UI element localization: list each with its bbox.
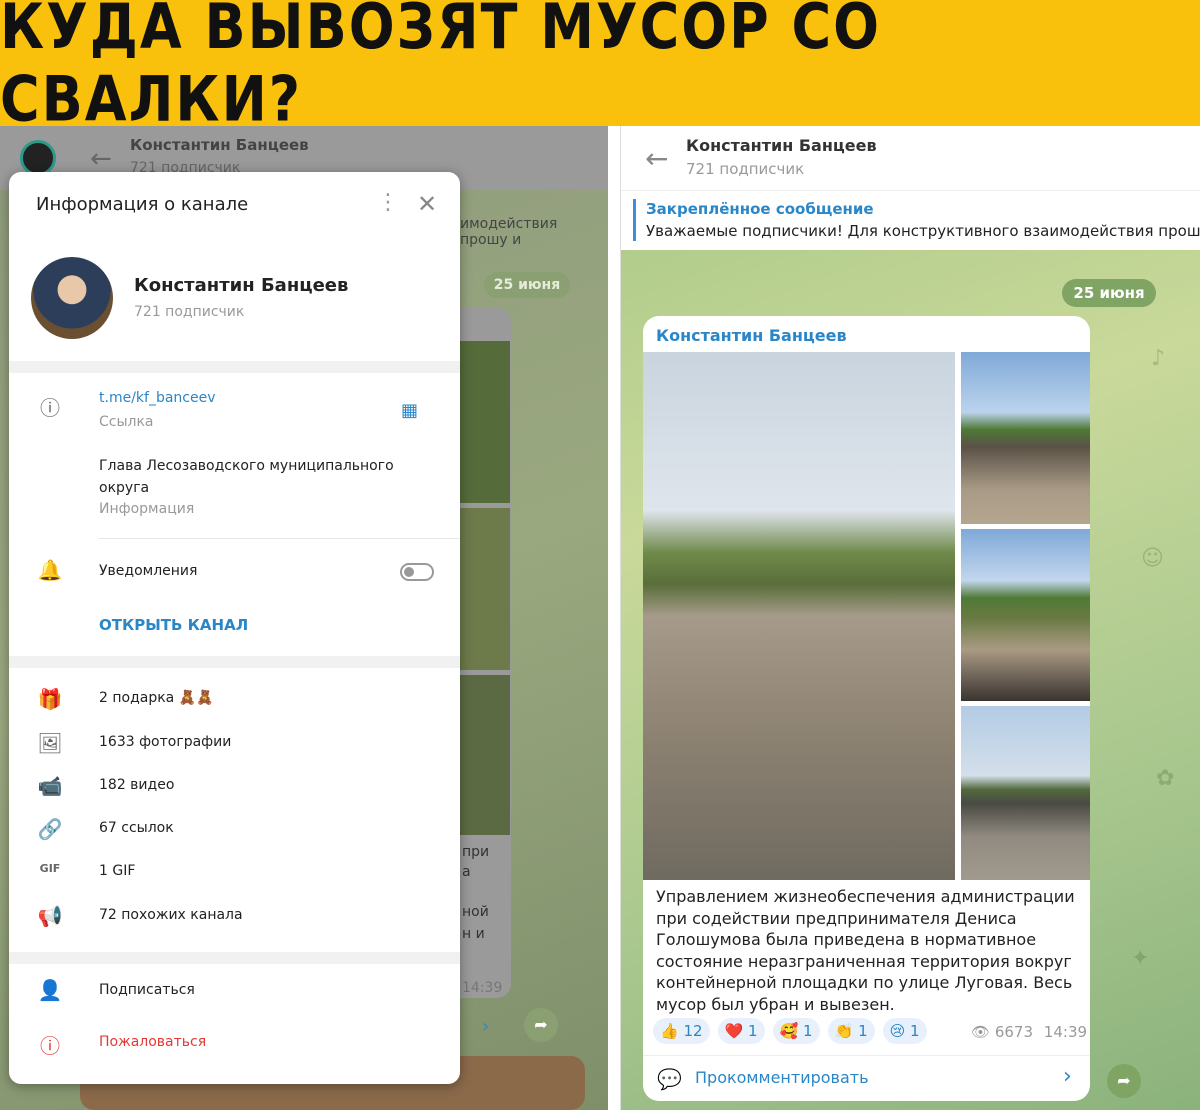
notifications-toggle[interactable]: [400, 563, 434, 581]
pinned-title: Закреплённое сообщение: [646, 200, 874, 218]
chat-header: ← Константин Банцеев 721 подписчик: [621, 126, 1200, 190]
text-fragment: ной: [462, 904, 489, 920]
link-icon: 🔗: [37, 817, 63, 841]
divider: [99, 538, 460, 539]
message-author[interactable]: Константин Банцеев: [656, 326, 847, 345]
links-item[interactable]: 67 ссылок: [99, 820, 174, 836]
alert-icon: ⓘ: [40, 1034, 60, 1058]
photo-thumbnail[interactable]: [961, 352, 1090, 524]
message-text: Управлением жизнеобеспечения администрац…: [656, 887, 1075, 1014]
header-subtitle: 721 подписчик: [686, 160, 805, 178]
gifs-item[interactable]: 1 GIF: [99, 863, 135, 879]
channel-link[interactable]: t.me/kf_banceev: [99, 390, 216, 406]
qr-code-icon[interactable]: ▦: [401, 400, 418, 421]
comment-label: Прокомментировать: [695, 1068, 869, 1087]
doodle-icon: ✿: [1156, 766, 1175, 791]
subscribe-button[interactable]: Подписаться: [99, 982, 195, 998]
pinned-text: Уважаемые подписчики! Для конструктивног…: [646, 222, 1200, 240]
report-button[interactable]: Пожаловаться: [99, 1034, 206, 1050]
pinned-fragment: имодействия прошу и: [460, 216, 558, 248]
text-fragment: н и: [462, 926, 485, 942]
description-label: Информация: [99, 501, 195, 517]
photo-thumbnail[interactable]: [961, 706, 1090, 880]
gif-icon: GIF: [39, 862, 61, 875]
close-icon[interactable]: ✕: [417, 190, 437, 218]
reaction-heart[interactable]: ❤️ 1: [717, 1018, 765, 1044]
doodle-icon: ✦: [1131, 946, 1150, 971]
subscriber-count: 721 подписчик: [134, 304, 245, 320]
reactions-bar: 👍 12 ❤️ 1 🥰 1 👏 1 😢 1: [653, 1018, 927, 1044]
text-fragment: а: [462, 864, 471, 880]
avatar[interactable]: [20, 140, 56, 176]
video-icon: 📹: [37, 774, 63, 798]
chevron-right-icon: ›: [1063, 1064, 1072, 1089]
comment-icon: 💬: [657, 1067, 682, 1091]
photo-thumbnail[interactable]: [460, 508, 510, 670]
gift-icon: 🎁: [37, 687, 63, 711]
chevron-right-icon[interactable]: ›: [482, 1016, 489, 1037]
back-arrow-icon[interactable]: ←: [90, 144, 112, 174]
videos-item[interactable]: 182 видео: [99, 777, 174, 793]
forward-icon[interactable]: ➦: [1107, 1064, 1141, 1098]
view-count: 6673: [994, 1023, 1034, 1041]
channel-avatar[interactable]: [31, 257, 113, 339]
photo-thumbnail[interactable]: [460, 675, 510, 835]
pinned-bar: [633, 199, 636, 241]
channel-name: Константин Банцеев: [134, 275, 349, 296]
notifications-label: Уведомления: [99, 563, 198, 579]
left-screenshot: ← Константин Банцеев 721 подписчик имоде…: [0, 126, 608, 1110]
bell-icon: 🔔: [37, 558, 63, 582]
dialog-title: Информация о канале: [36, 194, 249, 215]
similar-channels-item[interactable]: 72 похожих канала: [99, 907, 243, 923]
header-title: Константин Банцеев: [686, 136, 877, 155]
divider: [9, 656, 460, 668]
title-banner: КУДА ВЫВОЗЯТ МУСОР СО СВАЛКИ?: [0, 0, 1200, 135]
gifts-item[interactable]: 2 подарка 🧸🧸: [99, 690, 214, 706]
reaction-thumbs-up[interactable]: 👍 12: [653, 1018, 710, 1044]
link-label: Ссылка: [99, 414, 154, 430]
pinned-message[interactable]: Закреплённое сообщение Уважаемые подписч…: [621, 190, 1200, 250]
back-arrow-icon[interactable]: ←: [645, 142, 668, 175]
photo-thumbnail[interactable]: [961, 529, 1090, 701]
banner-title: КУДА ВЫВОЗЯТ МУСОР СО СВАЛКИ?: [0, 0, 882, 136]
divider: [9, 952, 460, 964]
reaction-crying[interactable]: 😢 1: [882, 1018, 927, 1044]
views-meta: 👁 6673 14:39: [971, 1023, 1087, 1041]
doodle-icon: ☺: [1141, 546, 1164, 571]
doodle-icon: ♪: [1151, 346, 1166, 371]
info-icon: ⓘ: [40, 396, 60, 420]
eye-icon: 👁: [971, 1023, 991, 1041]
header-title: Константин Банцеев: [130, 136, 309, 154]
message-time: 14:39: [462, 980, 503, 996]
add-user-icon: 👤: [37, 978, 63, 1002]
reaction-smiling-hearts[interactable]: 🥰 1: [772, 1018, 820, 1044]
message-time: 14:39: [1043, 1023, 1088, 1041]
divider: [9, 361, 460, 373]
date-badge: 25 июня: [484, 272, 570, 298]
photo-icon: 🖼: [37, 731, 63, 755]
more-options-icon[interactable]: ⋮: [377, 192, 399, 214]
channel-description: Глава Лесозаводского муниципального окру…: [99, 458, 394, 496]
text-fragment: при: [462, 844, 490, 860]
reaction-clap[interactable]: 👏 1: [827, 1018, 875, 1044]
photo-large[interactable]: [643, 352, 955, 880]
photo-thumbnail[interactable]: [460, 341, 510, 503]
photos-item[interactable]: 1633 фотографии: [99, 734, 231, 750]
message-bubble: Константин Банцеев Управлением жизнеобес…: [643, 316, 1090, 1101]
forward-icon[interactable]: ➦: [524, 1008, 558, 1042]
megaphone-icon: 📢: [37, 904, 63, 928]
date-badge: 25 июня: [1062, 279, 1156, 307]
open-channel-button[interactable]: ОТКРЫТЬ КАНАЛ: [99, 616, 248, 634]
channel-info-dialog: Информация о канале ⋮ ✕ Константин Банце…: [9, 172, 460, 1084]
comment-button[interactable]: 💬 Прокомментировать ›: [643, 1055, 1090, 1101]
right-screenshot: ♪ ☺ ✿ ✦ ← Константин Банцеев 721 подписч…: [620, 126, 1200, 1110]
